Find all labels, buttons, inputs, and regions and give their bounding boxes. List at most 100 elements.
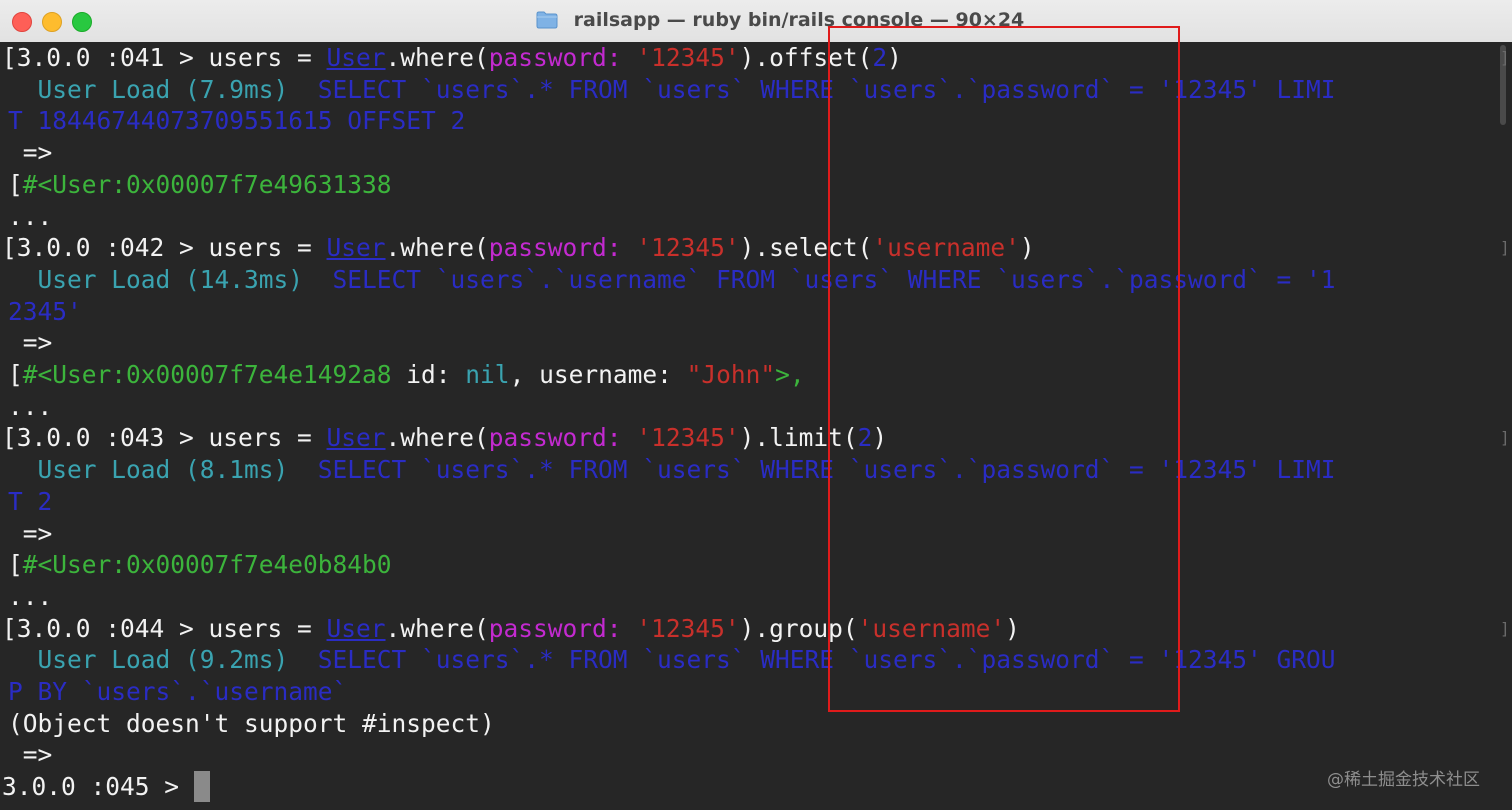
terminal-text-segment: User [326, 613, 386, 643]
terminal-text-segment: ) [1005, 613, 1020, 643]
terminal-text-segment: 2345' [8, 296, 82, 326]
terminal-line: ... [8, 581, 52, 612]
terminal-text-segment: ) [1019, 233, 1035, 263]
terminal-window: × railsapp — ruby bin/rails console — 90… [0, 0, 1512, 810]
terminal-text-segment: ... [8, 581, 53, 611]
terminal-line: ... [8, 391, 52, 422]
terminal-line: 2345' [8, 296, 82, 327]
terminal-text-segment: >, [775, 360, 805, 389]
terminal-text-segment: SELECT `users`.* FROM `users` WHERE `use… [317, 455, 1336, 485]
terminal-text-segment: 2 [857, 423, 873, 453]
terminal-line: ... [8, 201, 52, 232]
terminal-text-segment: [3.0.0 :041 > users = [2, 43, 327, 72]
terminal-line: => [8, 518, 53, 549]
terminal-text-segment: 3.0.0 :045 > [2, 772, 194, 802]
terminal-text-segment: password: [488, 423, 637, 453]
terminal-line: [3.0.0 :043 > users = User.where(passwor… [2, 422, 887, 453]
terminal-text-segment: [3.0.0 :044 > users = [2, 613, 327, 643]
terminal-text-segment: ).limit( [739, 423, 858, 453]
terminal-text-segment: (Object doesn't support #inspect) [8, 708, 495, 738]
terminal-text-segment: .where( [385, 423, 489, 453]
terminal-line: [#<User:0x00007f7e4e1492a8 id: nil, user… [8, 359, 805, 390]
terminal-line: User Load (8.1ms) SELECT `users`.* FROM … [8, 454, 1336, 485]
terminal-text-segment: .where( [385, 43, 489, 72]
terminal-text-segment: SELECT `users`.* FROM `users` WHERE `use… [317, 74, 1336, 104]
terminal-text-segment: SELECT `users`.`username` FROM `users` W… [332, 264, 1336, 294]
terminal-text-segment: => [8, 138, 53, 168]
terminal-text-segment: [3.0.0 :043 > users = [2, 423, 327, 453]
terminal-text-segment: #<User:0x00007f7e4e0b84b0 [22, 550, 392, 580]
terminal-text-segment: '12345' [636, 233, 740, 263]
terminal-text-segment: #<User:0x00007f7e4e1492a8 [22, 360, 392, 389]
terminal-line: 3.0.0 :045 > [2, 771, 210, 803]
terminal-text-segment: ) [872, 423, 888, 453]
terminal-text-segment: [3.0.0 :042 > users = [2, 233, 327, 263]
watermark: @稀土掘金技术社区 [1327, 770, 1480, 790]
terminal-line: => [8, 739, 53, 770]
title-bar[interactable]: × railsapp — ruby bin/rails console — 90… [0, 0, 1512, 43]
terminal-text-segment: ) [887, 43, 902, 72]
terminal-text-segment: password: [488, 613, 637, 643]
terminal-text-segment: #<User:0x00007f7e49631338 [22, 169, 392, 199]
terminal-line: T 18446744073709551615 OFFSET 2 [8, 105, 465, 136]
terminal-text-segment: [ [8, 360, 23, 389]
terminal-output[interactable]: [3.0.0 :041 > users = User.where(passwor… [0, 42, 1512, 810]
terminal-text-segment: .where( [385, 233, 489, 263]
terminal-text-segment: User Load (7.9ms) [8, 74, 318, 104]
terminal-line: P BY `users`.`username` [8, 676, 347, 707]
terminal-text-segment: User Load (9.2ms) [8, 645, 318, 675]
folder-icon [536, 11, 558, 29]
terminal-text-segment: ).group( [739, 613, 858, 643]
terminal-text-segment: '12345' [636, 423, 740, 453]
line-wrap-marker: ] [1500, 428, 1510, 448]
terminal-line: (Object doesn't support #inspect) [8, 708, 495, 739]
terminal-line: => [8, 137, 53, 168]
terminal-line: [3.0.0 :042 > users = User.where(passwor… [2, 232, 1035, 263]
terminal-text-segment: ).offset( [739, 43, 873, 72]
terminal-text-segment: T 18446744073709551615 OFFSET 2 [8, 106, 466, 136]
terminal-text-segment: '12345' [636, 613, 740, 643]
terminal-text-segment: 'username' [872, 233, 1020, 263]
terminal-text-segment: , username: [509, 360, 687, 389]
terminal-text-segment: ... [8, 391, 53, 421]
terminal-line: User Load (9.2ms) SELECT `users`.* FROM … [8, 644, 1336, 675]
close-button[interactable]: × [12, 12, 32, 32]
window-title-group: railsapp — ruby bin/rails console — 90×2… [536, 9, 1024, 33]
terminal-text-segment: User Load (8.1ms) [8, 455, 318, 485]
terminal-text-segment: => [8, 518, 53, 548]
minimize-button[interactable] [42, 12, 62, 32]
line-wrap-marker: ] [1500, 48, 1510, 67]
terminal-text-segment: [ [8, 550, 23, 580]
terminal-line: [#<User:0x00007f7e49631338 [8, 169, 392, 200]
terminal-line: User Load (7.9ms) SELECT `users`.* FROM … [8, 74, 1336, 105]
line-wrap-marker: ] [1500, 238, 1510, 258]
zoom-button[interactable] [72, 12, 92, 32]
terminal-text-segment: ).select( [739, 233, 873, 263]
terminal-text-segment: [ [8, 169, 23, 199]
terminal-text-segment: User [326, 43, 386, 72]
terminal-text-segment: ... [8, 201, 53, 231]
terminal-text-segment: "John" [686, 360, 776, 389]
terminal-text-segment: User Load (14.3ms) [8, 264, 333, 294]
line-wrap-marker: ] [1500, 618, 1510, 638]
window-title: railsapp — ruby bin/rails console — 90×2… [573, 9, 1025, 31]
terminal-text-segment: password: [488, 233, 637, 263]
terminal-text-segment: .where( [385, 613, 489, 643]
terminal-line: [3.0.0 :044 > users = User.where(passwor… [2, 613, 1020, 644]
text-cursor[interactable] [193, 771, 210, 803]
terminal-text-segment: => [8, 328, 53, 358]
terminal-text-segment: T 2 [8, 486, 53, 516]
terminal-text-segment: User [326, 233, 386, 263]
terminal-text-segment: 'username' [857, 613, 1006, 643]
terminal-line: => [8, 327, 53, 358]
terminal-line: T 2 [8, 486, 52, 517]
terminal-text-segment: id: [391, 360, 466, 389]
terminal-text-segment: P BY `users`.`username` [8, 677, 348, 706]
terminal-text-segment: '12345' [636, 43, 740, 72]
terminal-text-segment: 2 [872, 43, 888, 72]
terminal-line: [3.0.0 :041 > users = User.where(passwor… [2, 42, 902, 73]
terminal-text-segment: SELECT `users`.* FROM `users` WHERE `use… [317, 645, 1336, 675]
terminal-line: User Load (14.3ms) SELECT `users`.`usern… [8, 264, 1336, 295]
terminal-text-segment: User [326, 423, 386, 453]
terminal-text-segment: nil [465, 360, 510, 389]
